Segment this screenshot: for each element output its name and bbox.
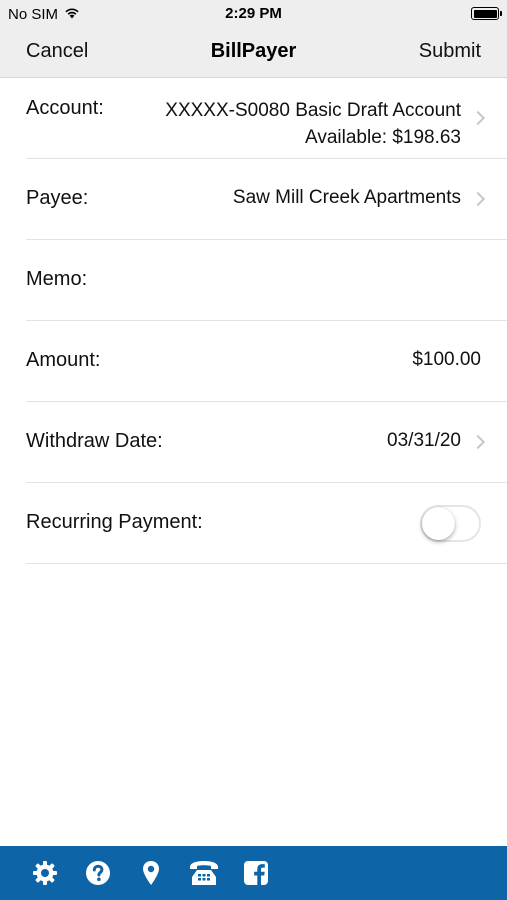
withdraw-date-label: Withdraw Date: bbox=[26, 430, 163, 452]
memo-label: Memo: bbox=[26, 268, 88, 290]
location-icon[interactable] bbox=[137, 859, 165, 887]
recurring-payment-label: Recurring Payment: bbox=[26, 511, 203, 533]
withdraw-date-row[interactable]: Withdraw Date: 03/31/20 bbox=[26, 402, 507, 483]
phone-icon[interactable] bbox=[188, 859, 220, 887]
withdraw-date-value: 03/31/20 bbox=[387, 430, 461, 451]
memo-row[interactable]: Memo: bbox=[26, 240, 507, 321]
nav-bar: Cancel BillPayer Submit bbox=[0, 28, 507, 78]
battery-icon bbox=[471, 7, 502, 20]
facebook-icon[interactable] bbox=[242, 859, 270, 887]
account-available: Available: $198.63 bbox=[305, 127, 461, 148]
account-label: Account: bbox=[26, 97, 104, 119]
chevron-right-icon bbox=[470, 191, 486, 207]
recurring-payment-toggle[interactable] bbox=[420, 505, 481, 542]
status-time: 2:29 PM bbox=[225, 5, 282, 22]
account-value: XXXXX-S0080 Basic Draft Account Availabl… bbox=[165, 97, 461, 151]
gear-icon[interactable] bbox=[31, 859, 59, 887]
payee-row[interactable]: Payee: Saw Mill Creek Apartments bbox=[26, 159, 507, 240]
amount-field[interactable]: $100.00 bbox=[412, 349, 481, 371]
bill-pay-form: Account: XXXXX-S0080 Basic Draft Account… bbox=[0, 79, 507, 564]
recurring-payment-row: Recurring Payment: bbox=[26, 483, 507, 564]
payee-label: Payee: bbox=[26, 187, 89, 209]
chevron-right-icon bbox=[470, 110, 486, 126]
toggle-knob bbox=[422, 507, 455, 540]
amount-label: Amount: bbox=[26, 349, 101, 371]
account-row[interactable]: Account: XXXXX-S0080 Basic Draft Account… bbox=[26, 79, 507, 159]
chevron-right-icon bbox=[470, 434, 486, 450]
payee-value: Saw Mill Creek Apartments bbox=[232, 187, 461, 208]
bottom-toolbar bbox=[0, 846, 507, 900]
account-name: XXXXX-S0080 Basic Draft Account bbox=[165, 100, 461, 121]
submit-button[interactable]: Submit bbox=[419, 40, 481, 63]
help-icon[interactable] bbox=[84, 859, 112, 887]
amount-row[interactable]: Amount: $100.00 bbox=[26, 321, 507, 402]
status-bar: No SIM 2:29 PM bbox=[0, 0, 507, 28]
